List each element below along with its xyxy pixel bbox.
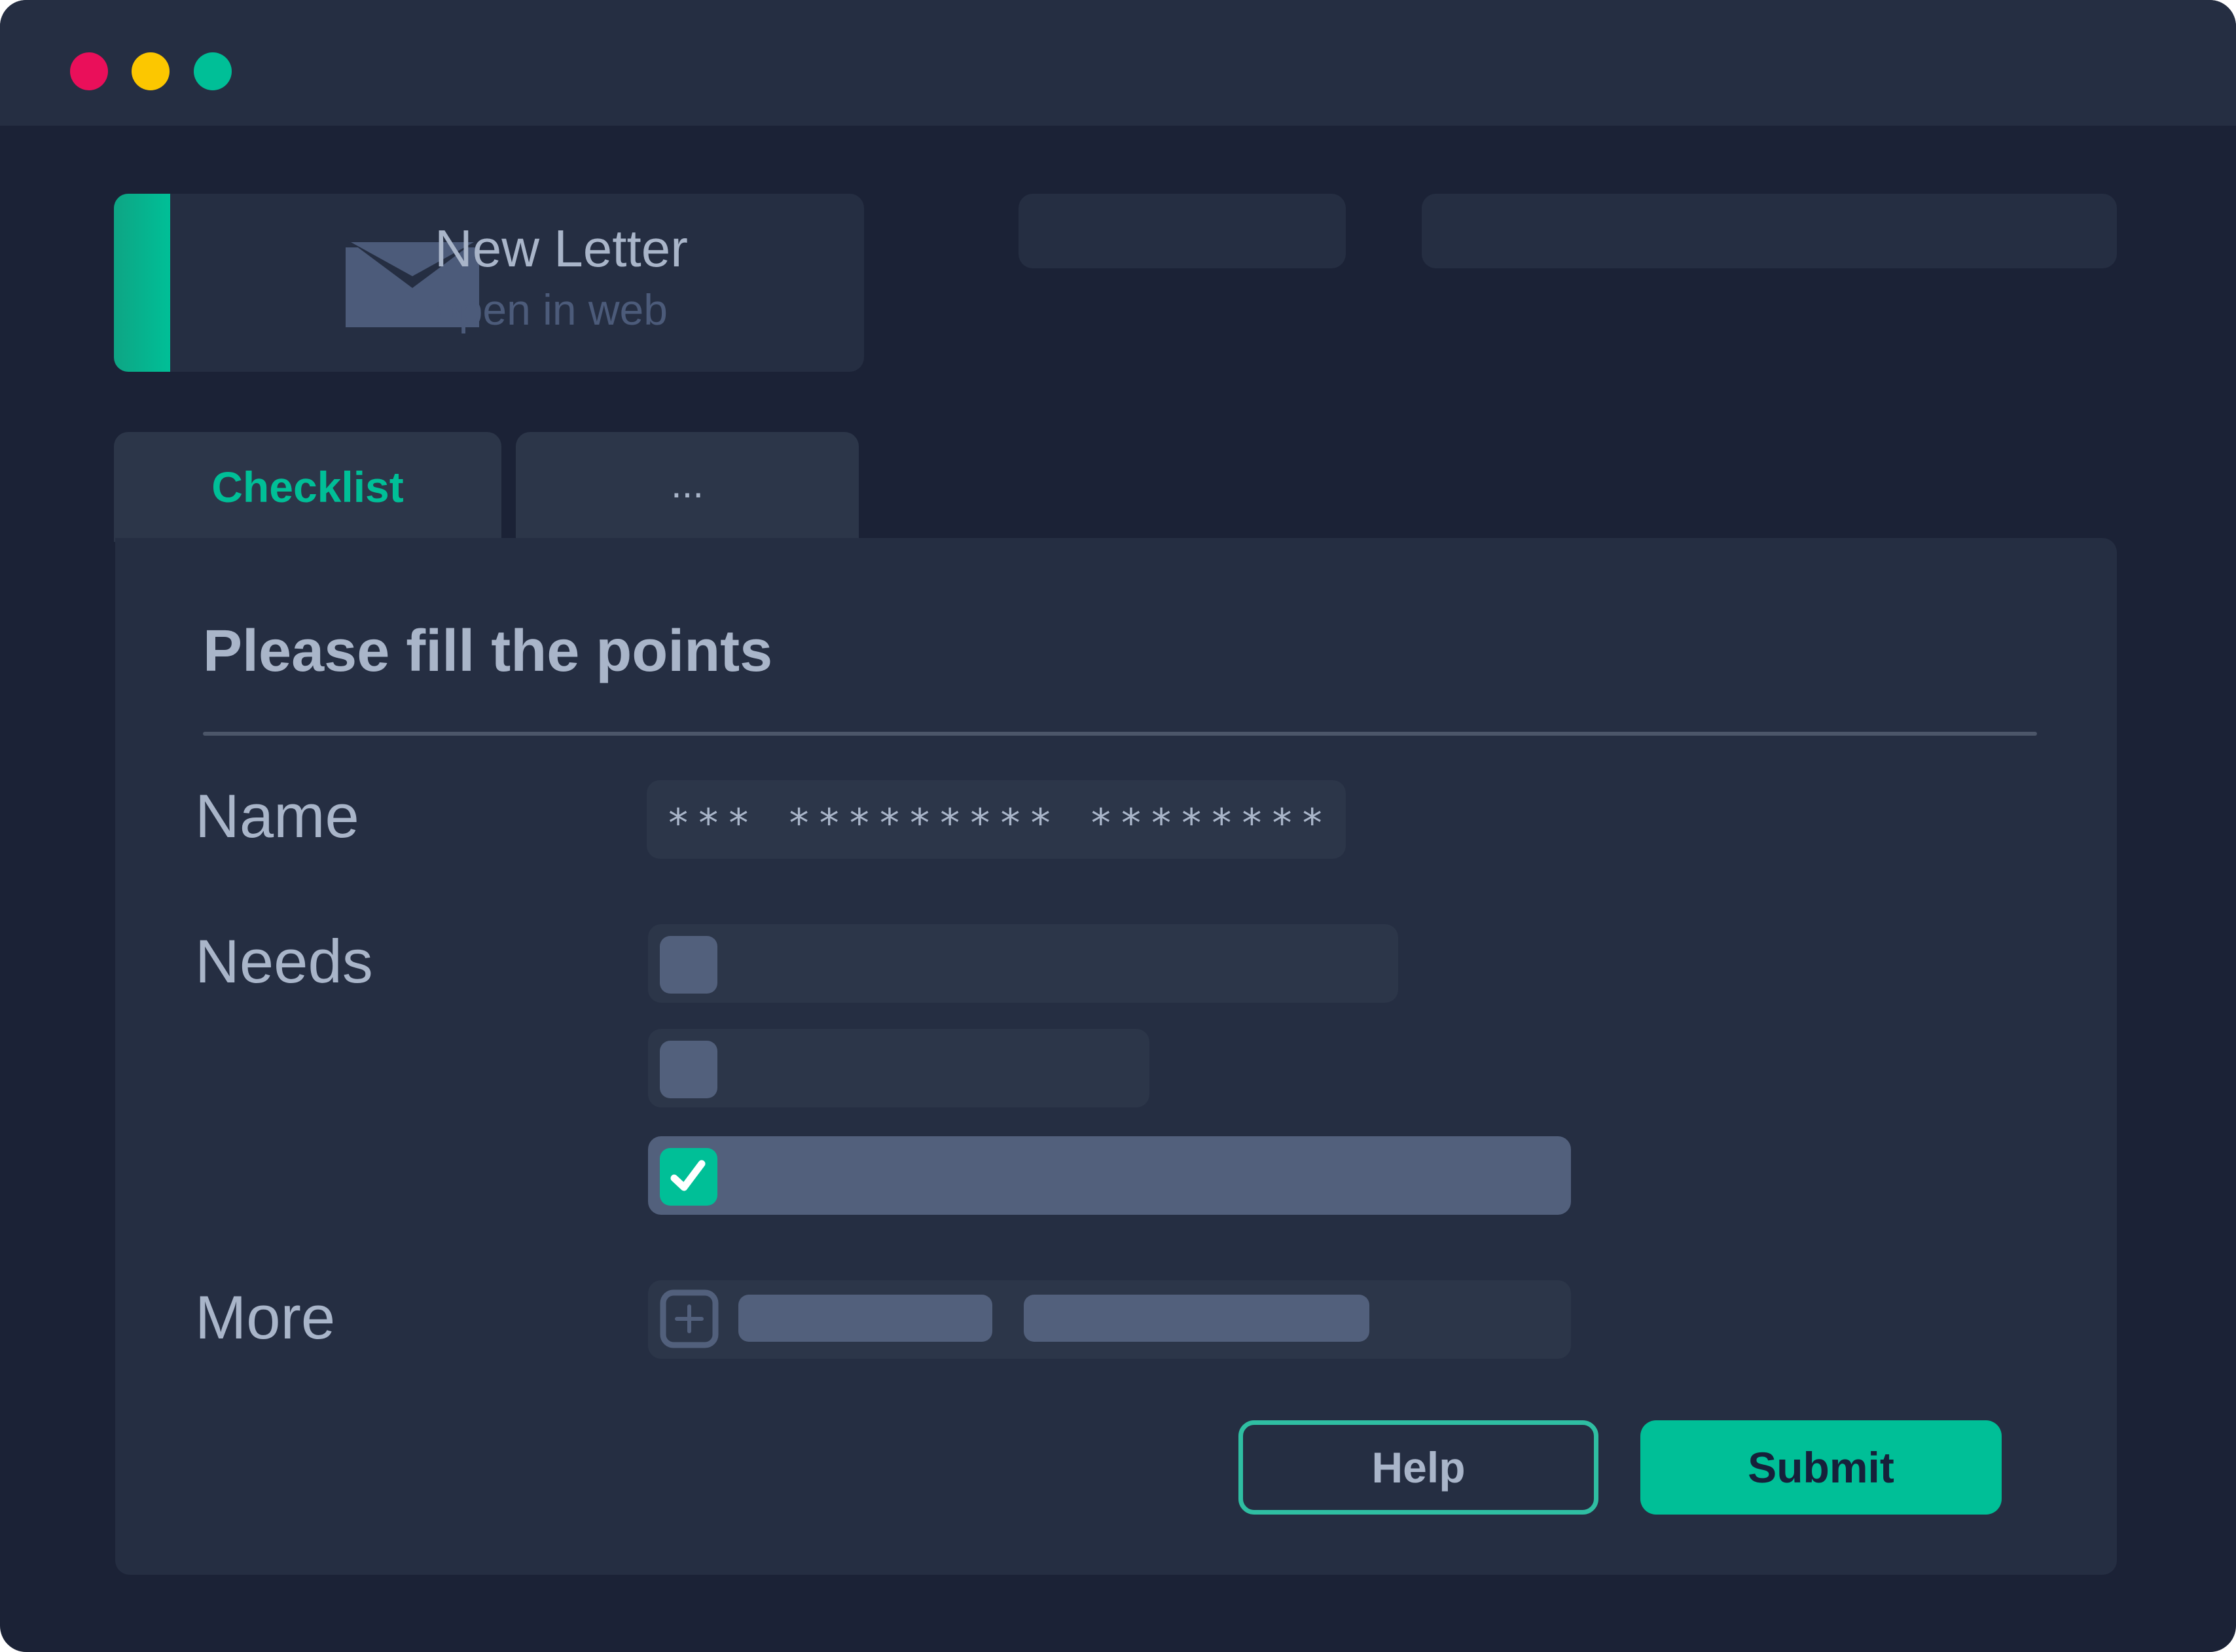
- app-window: New Letter open in web Checklist ... Ple…: [0, 0, 2236, 1652]
- tab-more[interactable]: ...: [516, 432, 859, 542]
- submit-button[interactable]: Submit: [1640, 1420, 2002, 1515]
- name-input[interactable]: *** ********* ********: [647, 780, 1346, 859]
- needs-option-3[interactable]: [648, 1136, 1571, 1215]
- needs-label: Needs: [195, 927, 373, 996]
- tab-checklist[interactable]: Checklist: [114, 432, 501, 542]
- minimize-window-icon[interactable]: [132, 52, 170, 90]
- more-field: [648, 1280, 1571, 1359]
- checkbox-unchecked[interactable]: [660, 936, 717, 994]
- card-title: New Letter: [435, 219, 688, 278]
- needs-option-2[interactable]: [648, 1029, 1149, 1107]
- open-in-web-link[interactable]: open in web: [435, 288, 668, 331]
- needs-option-1[interactable]: [648, 924, 1398, 1003]
- form-heading: Please fill the points: [203, 619, 773, 684]
- card-accent-bar: [114, 194, 170, 372]
- maximize-window-icon[interactable]: [194, 52, 232, 90]
- close-window-icon[interactable]: [70, 52, 108, 90]
- more-chip[interactable]: [738, 1295, 992, 1342]
- title-bar: [0, 0, 2236, 126]
- more-label: More: [195, 1283, 336, 1352]
- checkbox-unchecked[interactable]: [660, 1041, 717, 1098]
- name-label: Name: [195, 781, 359, 850]
- heading-divider: [203, 732, 2037, 736]
- toolbar-placeholder-long: [1422, 194, 2117, 268]
- help-button[interactable]: Help: [1238, 1420, 1598, 1515]
- toolbar-placeholder-short: [1019, 194, 1346, 268]
- checkbox-checked[interactable]: [660, 1148, 717, 1206]
- plus-icon[interactable]: [660, 1289, 719, 1348]
- more-chip[interactable]: [1024, 1295, 1369, 1342]
- checkmark-icon: [670, 1160, 706, 1191]
